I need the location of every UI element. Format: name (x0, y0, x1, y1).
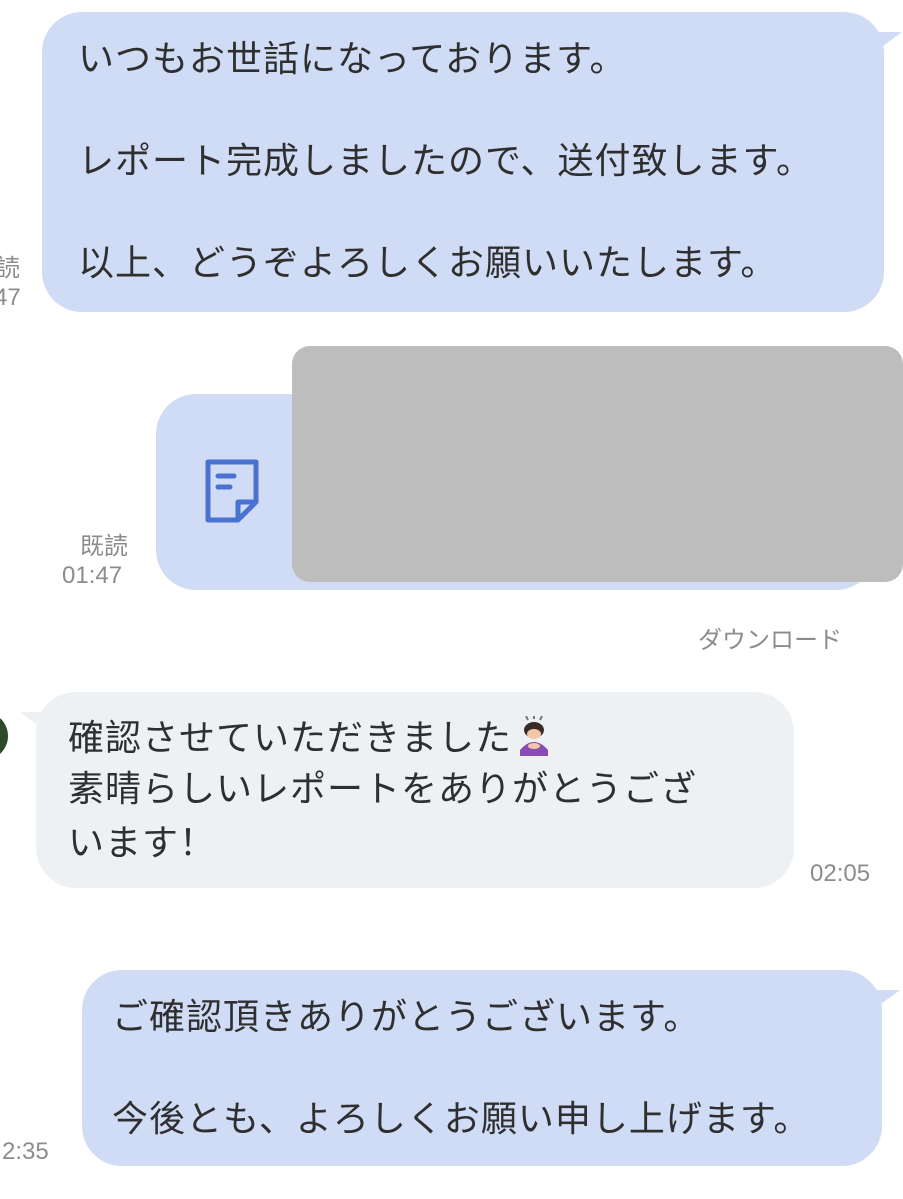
message-time: 02:05 (810, 860, 871, 887)
sender-avatar[interactable] (0, 712, 8, 760)
bubble-tail (870, 990, 900, 1012)
file-preview-redacted[interactable] (292, 346, 903, 582)
message-text-line: 今後とも、よろしくお願い申し上げます。 (112, 1099, 811, 1140)
message-text-line: います！ (68, 823, 217, 864)
message-text-line: ご確認頂きありがとうございます。 (112, 997, 701, 1038)
message-time: 01:47 (62, 562, 123, 589)
download-link[interactable]: ダウンロード (698, 620, 842, 655)
message-time: 2:35 (2, 1138, 49, 1165)
read-receipt: 既読 (80, 532, 128, 560)
message-text-line: いつもお世話になっております。 (78, 39, 627, 80)
woman-bowing-emoji (514, 715, 554, 756)
message-text-line: レポート完成しましたので、送付致します。 (78, 141, 813, 182)
bubble-tail (20, 712, 50, 734)
message-text-line: 以上、どうぞよろしくお願いいたします。 (78, 243, 778, 284)
message-text-line: 確認させていただきました (68, 715, 554, 761)
message-time: 47 (0, 284, 21, 311)
document-icon[interactable] (204, 458, 262, 524)
bubble-tail (872, 32, 902, 54)
read-receipt: 読 (0, 254, 20, 282)
message-text-line: 素晴らしいレポートをありがとうござ (68, 769, 698, 810)
message-text: 確認させていただきました (68, 718, 513, 759)
